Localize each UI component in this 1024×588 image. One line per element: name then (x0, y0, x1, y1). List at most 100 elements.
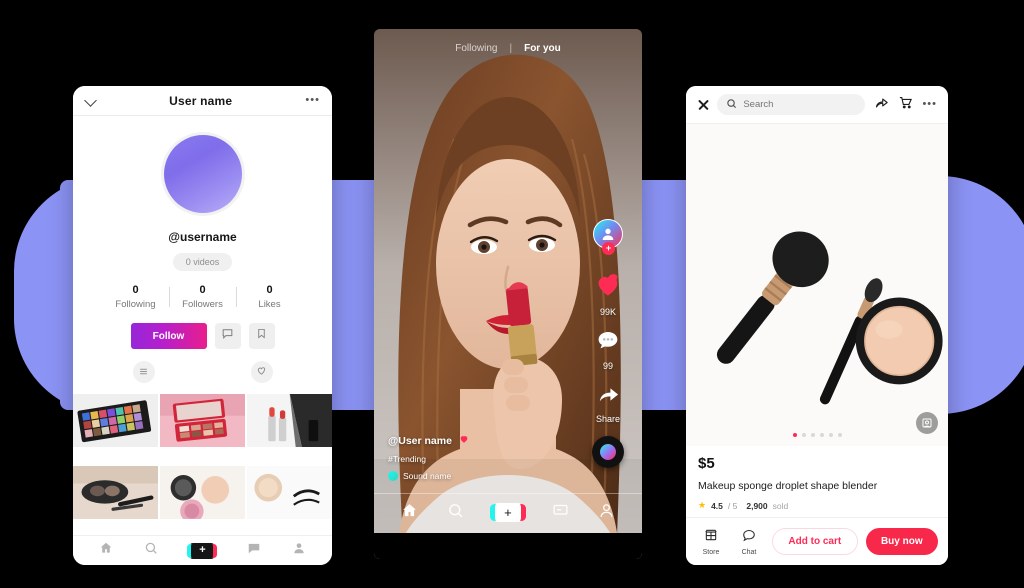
sidebar-item-home[interactable] (99, 541, 113, 560)
product-title: Makeup sponge droplet shape blender (698, 480, 878, 492)
sidebar-item-home[interactable] (401, 502, 418, 524)
stat-label: Followers (182, 299, 223, 310)
store-icon (704, 528, 718, 547)
profile-header: User name ••• (73, 86, 332, 116)
gallery-dots (686, 433, 948, 437)
sidebar-item-inbox[interactable] (247, 541, 261, 560)
stat-followers[interactable]: 0 Followers (170, 284, 236, 310)
videos-count-pill: 0 videos (172, 253, 233, 271)
video-hashtag[interactable]: #Trending (388, 454, 469, 464)
comment-count: 99 (602, 361, 613, 371)
plus-icon: + (199, 544, 206, 556)
bookmark-button[interactable] (248, 323, 275, 349)
video-bottom-nav: + (374, 493, 642, 531)
stat-label: Likes (258, 299, 281, 310)
profile-handle: @username (168, 230, 237, 244)
create-button[interactable]: + (187, 542, 218, 559)
creator-avatar[interactable]: + (593, 219, 623, 255)
tab-for-you[interactable]: For you (524, 43, 561, 54)
sidebar-item-profile[interactable] (292, 541, 306, 560)
tab-separator: | (509, 43, 513, 54)
share-label: Share (595, 414, 621, 424)
store-button[interactable]: Store (696, 528, 726, 556)
tab-following[interactable]: Following (455, 43, 497, 54)
chat-icon (742, 528, 756, 547)
profile-secondary-icons (73, 361, 332, 383)
grid-item[interactable] (247, 465, 332, 519)
profile-video-grid (73, 394, 332, 535)
comment-action[interactable]: 99 (595, 329, 621, 371)
video-action-rail: + 99K 99 Share (586, 219, 630, 468)
sidebar-item-profile[interactable] (598, 502, 615, 524)
screenshot-canvas: User name ••• @username 0 videos 0 Follo… (0, 0, 1024, 588)
username-text: @User name (388, 434, 452, 447)
follow-button[interactable]: Follow (130, 323, 207, 349)
video-username[interactable]: @User name (388, 434, 469, 447)
product-rating: ★ 4.5 / 5 2,900 sold (698, 500, 936, 511)
heart-filled-icon (593, 271, 623, 304)
share-icon[interactable] (874, 95, 889, 115)
gallery-dot[interactable] (837, 433, 842, 437)
gallery-dot[interactable] (801, 433, 806, 437)
save-image-button[interactable] (916, 412, 938, 434)
liked-videos-button[interactable] (250, 361, 273, 383)
product-action-bar: Store Chat Add to cart Buy now (686, 517, 948, 565)
more-horizontal-icon[interactable]: ••• (922, 99, 937, 110)
gallery-dot[interactable] (828, 433, 833, 437)
buy-now-button[interactable]: Buy now (865, 528, 939, 555)
sold-count: 2,900 (746, 500, 768, 511)
grid-item[interactable] (160, 465, 245, 519)
hamburger-menu-button[interactable] (132, 361, 155, 383)
stat-label: Following (115, 299, 156, 310)
sold-label: sold (772, 500, 789, 511)
share-arrow-icon (595, 383, 622, 411)
grid-item[interactable] (73, 465, 158, 519)
shopping-cart-icon[interactable] (898, 95, 913, 115)
sound-name: Sound name (403, 471, 452, 481)
save-image-icon (921, 417, 933, 429)
stat-likes[interactable]: 0 Likes (237, 284, 303, 310)
sidebar-item-discover[interactable] (447, 502, 464, 524)
close-x-icon[interactable] (697, 98, 708, 111)
plus-icon: + (504, 505, 512, 520)
like-action[interactable]: 99K (593, 271, 623, 317)
profile-stats: 0 Following 0 Followers 0 Likes (73, 284, 332, 310)
search-bar[interactable] (717, 94, 866, 115)
stat-value: 0 (266, 284, 273, 296)
create-button[interactable]: + (489, 503, 526, 522)
profile-bottom-nav: + (73, 535, 332, 565)
grid-item[interactable] (73, 394, 158, 447)
video-sound[interactable]: Sound name (388, 471, 469, 481)
bookmark-icon (256, 327, 267, 345)
heart-outline-icon (256, 363, 267, 381)
follow-plus-badge[interactable]: + (602, 242, 615, 255)
sidebar-item-discover[interactable] (144, 541, 158, 560)
profile-actions: Follow (130, 323, 275, 349)
chevron-down-icon[interactable] (85, 95, 96, 106)
sidebar-item-inbox[interactable] (552, 502, 569, 524)
more-horizontal-icon[interactable]: ••• (305, 95, 320, 106)
product-price: $5 (698, 455, 715, 472)
rating-max: / 5 (727, 500, 738, 511)
grid-item[interactable] (160, 394, 245, 447)
product-gallery[interactable] (686, 124, 948, 446)
gallery-dot[interactable] (819, 433, 824, 437)
search-input[interactable] (743, 99, 857, 110)
comment-icon (595, 329, 621, 358)
avatar[interactable] (160, 132, 245, 216)
gallery-dot[interactable] (810, 433, 815, 437)
chat-button[interactable]: Chat (734, 528, 764, 556)
stat-following[interactable]: 0 Following (103, 284, 169, 310)
avatar-image (163, 135, 242, 213)
music-disc-icon[interactable] (592, 436, 624, 468)
message-button[interactable] (214, 323, 241, 349)
chat-label: Chat (741, 548, 757, 556)
product-header: ••• (686, 86, 948, 124)
store-label: Store (702, 548, 720, 556)
stat-value: 0 (199, 284, 206, 296)
video-meta: @User name #Trending Sound name (388, 434, 469, 481)
add-to-cart-button[interactable]: Add to cart (772, 528, 858, 555)
gallery-dot[interactable] (792, 433, 797, 437)
grid-item[interactable] (247, 394, 332, 447)
share-action[interactable]: Share (595, 383, 622, 424)
